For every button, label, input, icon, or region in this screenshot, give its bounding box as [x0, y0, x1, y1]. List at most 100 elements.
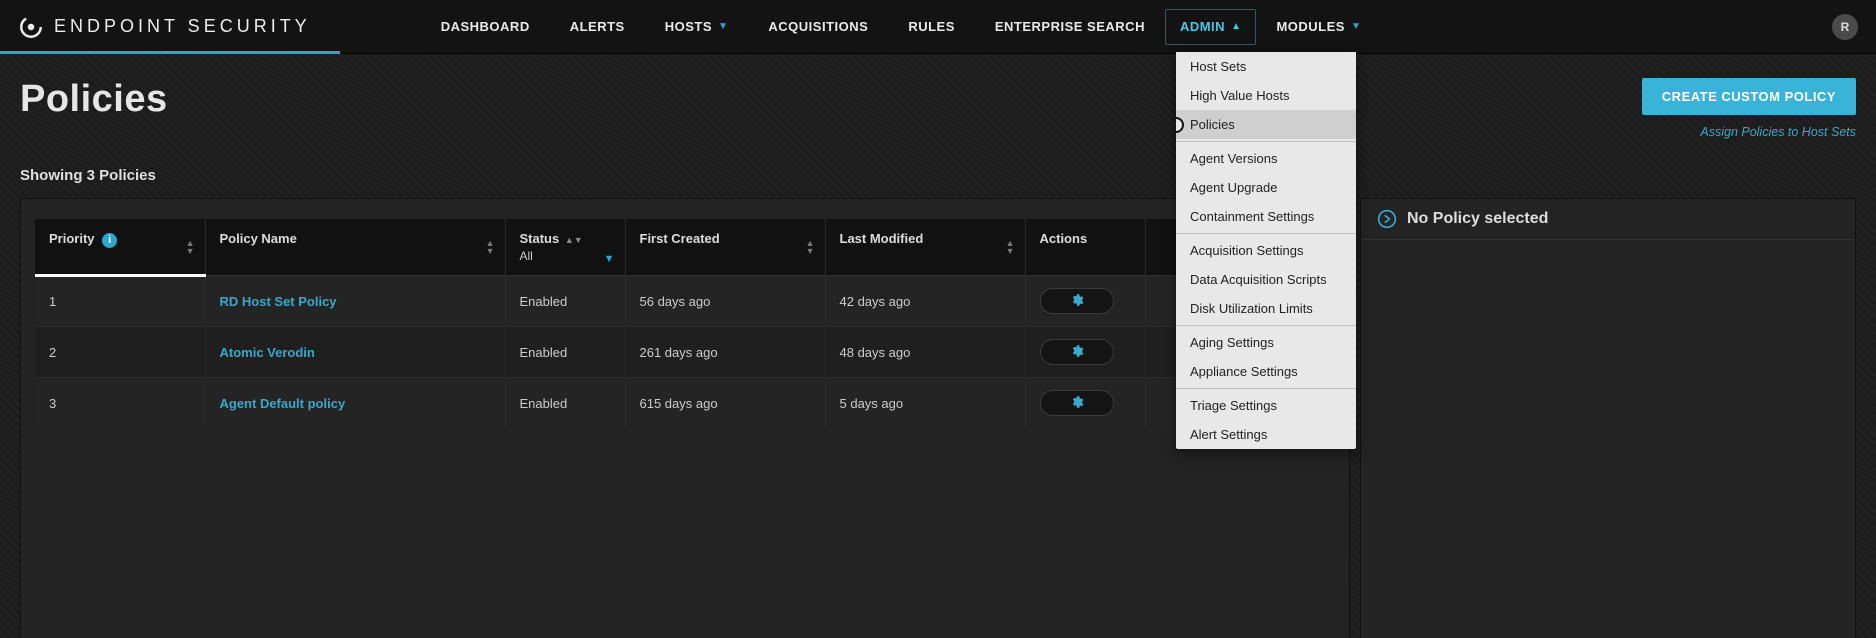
- policy-table: Priority i ▲▼ Policy Name ▲▼ Status ▲▼ A…: [35, 219, 1335, 428]
- info-icon[interactable]: i: [102, 233, 117, 248]
- col-header-priority-label: Priority: [49, 231, 95, 246]
- page-title: Policies: [20, 78, 168, 121]
- admin-menu-item-policies[interactable]: Policies: [1176, 110, 1356, 139]
- row-actions-button[interactable]: [1040, 390, 1114, 416]
- admin-dropdown: Host SetsHigh Value HostsPolicies Agent V…: [1176, 52, 1356, 449]
- policy-table-pane: Priority i ▲▼ Policy Name ▲▼ Status ▲▼ A…: [20, 198, 1350, 638]
- nav-item-label: RULES: [908, 19, 955, 34]
- chevron-down-icon[interactable]: ▼: [604, 253, 615, 265]
- cell-first-created: 56 days ago: [625, 276, 825, 327]
- sort-icon[interactable]: ▲▼: [806, 239, 815, 255]
- avatar-initial: R: [1841, 20, 1850, 34]
- row-actions-button[interactable]: [1040, 288, 1114, 314]
- chevron-down-icon: ▼: [718, 21, 728, 32]
- header-right: CREATE CUSTOM POLICY Assign Policies to …: [1642, 78, 1856, 139]
- nav-item-dashboard[interactable]: DASHBOARD: [421, 0, 550, 53]
- col-header-status-label: Status: [520, 231, 560, 246]
- admin-menu-item-aging-settings[interactable]: Aging Settings: [1176, 328, 1356, 357]
- admin-menu-item-host-sets[interactable]: Host Sets: [1176, 52, 1356, 81]
- cell-actions: [1025, 378, 1145, 429]
- sort-icon[interactable]: ▲▼: [486, 239, 495, 255]
- policy-name-link[interactable]: RD Host Set Policy: [220, 294, 337, 309]
- col-header-status[interactable]: Status ▲▼ All ▼: [505, 219, 625, 276]
- detail-header: No Policy selected: [1361, 199, 1855, 240]
- cell-priority: 1: [35, 276, 205, 327]
- cell-policy-name: Atomic Verodin: [205, 327, 505, 378]
- col-header-created[interactable]: First Created ▲▼: [625, 219, 825, 276]
- policy-count-line: Showing 3 Policies: [20, 167, 1856, 184]
- col-header-modified-label: Last Modified: [840, 231, 924, 246]
- gear-icon: [1070, 293, 1084, 310]
- nav-item-label: ALERTS: [570, 19, 625, 34]
- chevron-up-icon: ▲: [1231, 21, 1241, 32]
- cell-last-modified: 42 days ago: [825, 276, 1025, 327]
- nav-item-enterprise-search[interactable]: ENTERPRISE SEARCH: [975, 0, 1165, 53]
- gear-icon: [1070, 344, 1084, 361]
- nav-item-label: ENTERPRISE SEARCH: [995, 19, 1145, 34]
- nav-item-label: ACQUISITIONS: [768, 19, 868, 34]
- table-row[interactable]: 2Atomic VerodinEnabled261 days ago48 day…: [35, 327, 1335, 378]
- cell-policy-name: Agent Default policy: [205, 378, 505, 429]
- nav-item-label: MODULES: [1276, 19, 1345, 34]
- admin-menu-item-data-acquisition-scripts[interactable]: Data Acquisition Scripts: [1176, 265, 1356, 294]
- nav-item-modules[interactable]: MODULES ▼: [1256, 0, 1381, 53]
- cell-status: Enabled: [505, 378, 625, 429]
- brand: ENDPOINT SECURITY: [18, 14, 311, 40]
- nav-item-alerts[interactable]: ALERTS: [550, 0, 645, 53]
- cell-last-modified: 48 days ago: [825, 327, 1025, 378]
- admin-menu-item-high-value-hosts[interactable]: High Value Hosts: [1176, 81, 1356, 110]
- col-header-created-label: First Created: [640, 231, 720, 246]
- cell-priority: 3: [35, 378, 205, 429]
- cell-actions: [1025, 327, 1145, 378]
- admin-menu-item-appliance-settings[interactable]: Appliance Settings: [1176, 357, 1356, 386]
- page-header: Policies CREATE CUSTOM POLICY Assign Pol…: [20, 78, 1856, 139]
- nav-item-rules[interactable]: RULES: [888, 0, 975, 53]
- nav-item-acquisitions[interactable]: ACQUISITIONS: [748, 0, 888, 53]
- sort-icon[interactable]: ▲▼: [186, 239, 195, 255]
- assign-policies-link[interactable]: Assign Policies to Host Sets: [1642, 125, 1856, 139]
- admin-menu-item-containment-settings[interactable]: Containment Settings: [1176, 202, 1356, 231]
- admin-menu-item-disk-utilization-limits[interactable]: Disk Utilization Limits: [1176, 294, 1356, 323]
- chevron-down-icon: ▼: [1351, 21, 1361, 32]
- create-custom-policy-button[interactable]: CREATE CUSTOM POLICY: [1642, 78, 1856, 115]
- admin-menu-item-triage-settings[interactable]: Triage Settings: [1176, 391, 1356, 420]
- col-header-priority[interactable]: Priority i ▲▼: [35, 219, 205, 276]
- top-nav: ENDPOINT SECURITY DASHBOARD ALERTS HOSTS ▼ A…: [0, 0, 1876, 54]
- col-header-name-label: Policy Name: [220, 231, 297, 246]
- avatar[interactable]: R: [1832, 14, 1858, 40]
- col-header-actions: Actions: [1025, 219, 1145, 276]
- menu-separator: [1176, 141, 1356, 142]
- row-actions-button[interactable]: [1040, 339, 1114, 365]
- col-header-name[interactable]: Policy Name ▲▼: [205, 219, 505, 276]
- policy-name-link[interactable]: Atomic Verodin: [220, 345, 315, 360]
- brand-logo-icon: [18, 14, 44, 40]
- admin-menu-item-alert-settings[interactable]: Alert Settings: [1176, 420, 1356, 449]
- detail-title: No Policy selected: [1407, 210, 1548, 228]
- menu-separator: [1176, 325, 1356, 326]
- policy-name-link[interactable]: Agent Default policy: [220, 396, 346, 411]
- sort-icon: ▲▼: [565, 235, 583, 245]
- col-header-actions-label: Actions: [1040, 231, 1088, 246]
- nav-item-label: DASHBOARD: [441, 19, 530, 34]
- arrow-circle-right-icon: [1377, 209, 1397, 229]
- page-body: Policies CREATE CUSTOM POLICY Assign Pol…: [0, 54, 1876, 638]
- admin-menu-item-acquisition-settings[interactable]: Acquisition Settings: [1176, 236, 1356, 265]
- nav-item-label: ADMIN: [1180, 19, 1225, 34]
- col-header-modified[interactable]: Last Modified ▲▼: [825, 219, 1025, 276]
- brand-text: ENDPOINT SECURITY: [54, 16, 311, 37]
- cell-status: Enabled: [505, 327, 625, 378]
- nav-item-admin[interactable]: ADMIN ▲: [1165, 9, 1257, 45]
- sort-icon[interactable]: ▲▼: [1006, 239, 1015, 255]
- menu-separator: [1176, 388, 1356, 389]
- table-row[interactable]: 1 RD Host Set Policy Enabled56 days ago42 …: [35, 276, 1335, 327]
- table-row[interactable]: 3 Agent Default policy Enabled615 days ago…: [35, 378, 1335, 429]
- nav-item-label: HOSTS: [665, 19, 712, 34]
- cell-priority: 2: [35, 327, 205, 378]
- admin-menu-item-agent-upgrade[interactable]: Agent Upgrade: [1176, 173, 1356, 202]
- cell-last-modified: 5 days ago: [825, 378, 1025, 429]
- gear-icon: [1070, 395, 1084, 412]
- admin-menu-item-agent-versions[interactable]: Agent Versions: [1176, 144, 1356, 173]
- nav-item-hosts[interactable]: HOSTS ▼: [645, 0, 749, 53]
- cell-status: Enabled: [505, 276, 625, 327]
- cell-first-created: 615 days ago: [625, 378, 825, 429]
